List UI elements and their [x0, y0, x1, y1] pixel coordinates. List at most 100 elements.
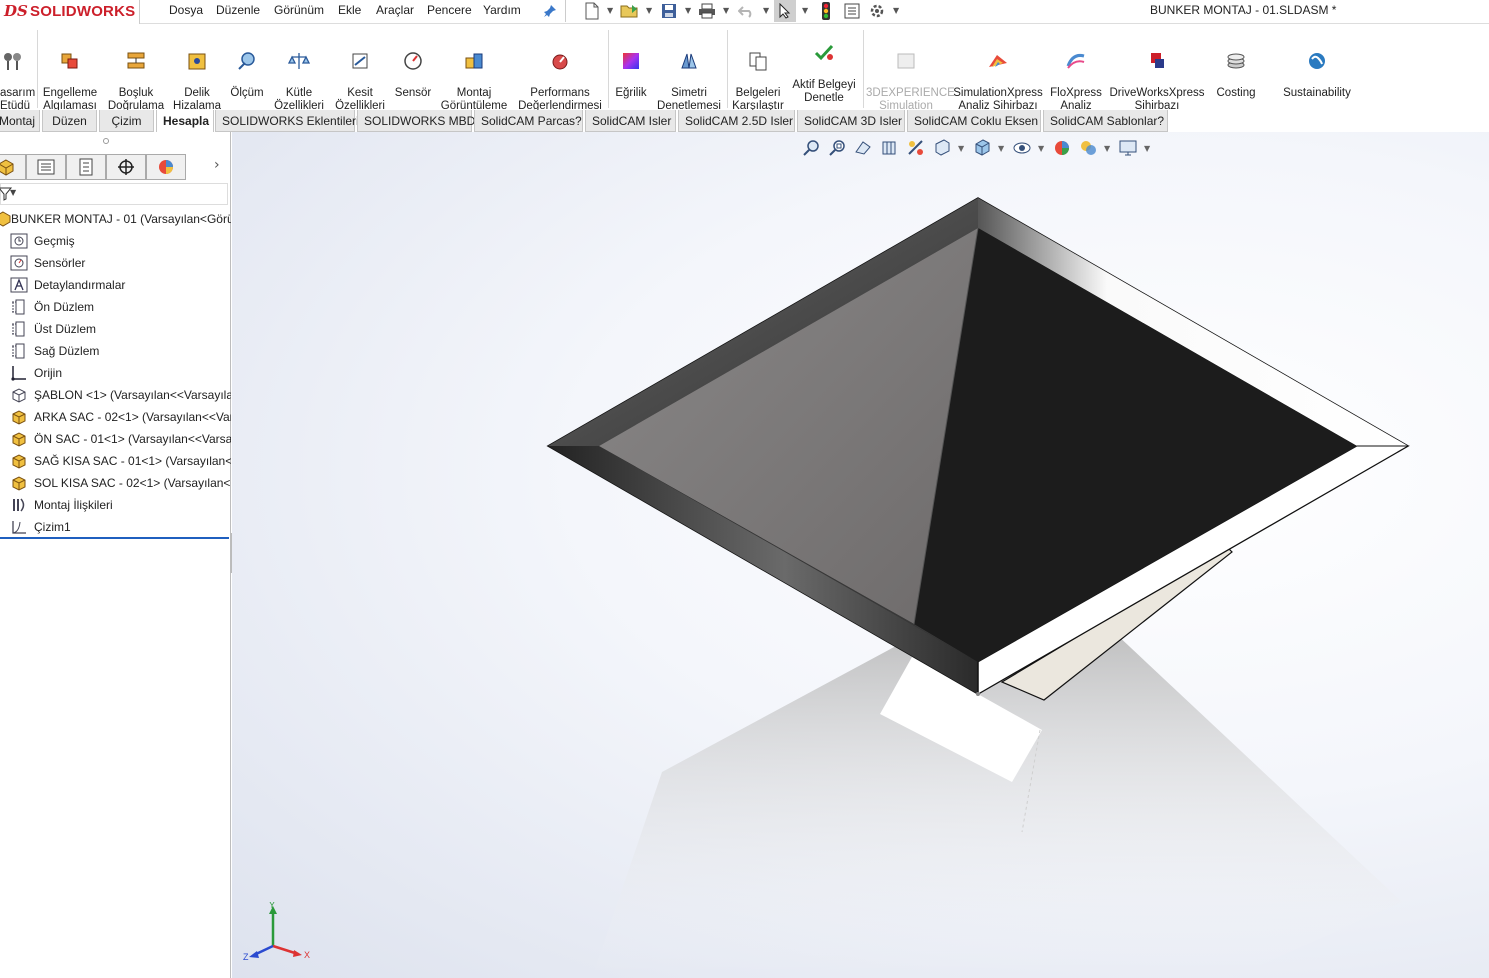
tab-solidcam-3d-isler[interactable]: SolidCAM 3D Isler [797, 110, 905, 132]
menu-gorunum[interactable]: Görünüm [274, 3, 324, 17]
chevron-down-icon[interactable]: ▼ [1144, 144, 1150, 153]
tree-item-top-plane[interactable]: Üst Düzlem [0, 318, 231, 340]
tree-item-component[interactable]: SOL KISA SAC - 02<1> (Varsayılan<<' [0, 472, 231, 494]
hide-show-items-icon[interactable] [1012, 138, 1032, 158]
graphics-area[interactable]: ▼ ▼ ▼ ▼ ▼ Y X Z [232, 132, 1489, 978]
sensor-button[interactable]: Sensör [392, 38, 434, 100]
tree-filter[interactable]: ▼ [0, 183, 228, 205]
chevron-down-icon[interactable]: ▼ [607, 6, 613, 15]
tree-item-component[interactable]: ŞABLON <1> (Varsayılan<<Varsayılan [0, 384, 231, 406]
undo-icon[interactable] [736, 1, 756, 21]
sustainability-button[interactable]: Sustainability [1276, 38, 1358, 100]
new-document-icon[interactable] [582, 1, 602, 21]
chevron-down-icon[interactable]: ▼ [763, 6, 769, 15]
zoom-to-area-icon[interactable] [828, 138, 848, 158]
tree-item-sketch[interactable]: Çizim1 [0, 516, 231, 538]
tree-item-right-plane[interactable]: Sağ Düzlem [0, 340, 231, 362]
menu-yardim[interactable]: Yardım [483, 3, 521, 17]
compare-documents-button[interactable]: Belgeleri Karşılaştır [730, 38, 786, 113]
measure-button[interactable]: Ölçüm [227, 38, 267, 100]
tree-item-front-plane[interactable]: Ön Düzlem [0, 296, 231, 318]
simulationxpress-icon [989, 55, 1007, 67]
tree-item-origin[interactable]: Orijin [0, 362, 231, 384]
mass-properties-button[interactable]: Kütle Özellikleri [270, 38, 328, 113]
chevron-down-icon[interactable]: ▼ [646, 6, 652, 15]
feature-manager-tab[interactable] [0, 154, 26, 180]
select-cursor-icon[interactable] [774, 0, 796, 22]
symmetry-check-icon [681, 53, 697, 69]
performance-evaluation-button[interactable]: Performans Değerlendirmesi [514, 38, 606, 113]
tree-item-component[interactable]: SAĞ KISA SAC - 01<1> (Varsayılan<< [0, 450, 231, 472]
chevron-down-icon[interactable]: ▼ [998, 144, 1004, 153]
zoom-to-fit-icon[interactable] [802, 138, 822, 158]
chevron-down-icon[interactable]: ▼ [958, 144, 964, 153]
tab-solidcam-25d-isler[interactable]: SolidCAM 2.5D Isler [678, 110, 795, 132]
tree-item-sensors[interactable]: Sensörler [0, 252, 231, 274]
rebuild-traffic-light-icon[interactable] [816, 1, 836, 21]
view-settings-monitor-icon[interactable] [1118, 138, 1138, 158]
tab-solidworks-eklentileri[interactable]: SOLIDWORKS Eklentileri [215, 110, 359, 132]
edit-appearance-icon[interactable] [1052, 138, 1072, 158]
save-icon[interactable] [659, 1, 679, 21]
gear-icon[interactable] [867, 1, 887, 21]
costing-button[interactable]: Costing [1212, 38, 1260, 100]
tab-solidcam-parcas[interactable]: SolidCAM Parcas? [474, 110, 583, 132]
apply-scene-icon[interactable] [1078, 138, 1098, 158]
menu-dosya[interactable]: Dosya [169, 3, 203, 17]
tree-item-component[interactable]: ARKA SAC - 02<1> (Varsayılan<<Vars [0, 406, 231, 428]
pin-icon[interactable] [540, 1, 560, 21]
file-properties-icon[interactable] [842, 1, 862, 21]
view-orientation-icon[interactable] [932, 138, 952, 158]
tab-solidcam-sablonlar[interactable]: SolidCAM Sablonlar? [1043, 110, 1168, 132]
section-properties-button[interactable]: Kesit Özellikleri [331, 38, 389, 113]
configuration-manager-tab[interactable] [66, 154, 106, 180]
chevron-right-icon[interactable]: › [214, 157, 220, 173]
display-manager-tab[interactable] [146, 154, 186, 180]
dimxpert-manager-tab[interactable] [106, 154, 146, 180]
simulationxpress-button[interactable]: SimulationXpress Analiz Sihirbazı [950, 38, 1046, 113]
interference-detection-button[interactable]: Engelleme Algılaması [40, 38, 100, 113]
tree-item-history[interactable]: Geçmiş [0, 230, 231, 252]
chevron-down-icon[interactable]: ▼ [1038, 144, 1044, 153]
tree-root-assembly[interactable]: BUNKER MONTAJ - 01 (Varsayılan<Görün [0, 208, 231, 230]
tree-item-mates[interactable]: Montaj İlişkileri [0, 494, 231, 516]
chevron-down-icon[interactable]: ▼ [10, 188, 16, 197]
property-manager-tab[interactable] [26, 154, 66, 180]
ribbon-label: Aktif Belgeyi Denetle [792, 79, 856, 104]
menu-ekle[interactable]: Ekle [338, 3, 361, 17]
symmetry-check-button[interactable]: Simetri Denetlemesi [654, 38, 724, 113]
curvature-button[interactable]: Eğrilik [611, 38, 651, 100]
driveworksxpress-button[interactable]: DriveWorksXpress Sihirbazı [1108, 38, 1206, 113]
dynamic-annotation-icon[interactable] [906, 138, 926, 158]
tab-cizim[interactable]: Çizim [99, 110, 154, 132]
chevron-down-icon[interactable]: ▼ [723, 6, 729, 15]
chevron-down-icon[interactable]: ▼ [685, 6, 691, 15]
tree-item-component[interactable]: ÖN SAC - 01<1> (Varsayılan<<Varsay [0, 428, 231, 450]
open-folder-icon[interactable] [620, 1, 640, 21]
chevron-down-icon[interactable]: ▼ [802, 6, 808, 15]
solidworks-logo[interactable]: DS SOLIDWORKS [0, 0, 140, 24]
chevron-down-icon[interactable]: ▼ [1104, 144, 1110, 153]
section-view-icon[interactable] [880, 138, 900, 158]
rollback-bar[interactable] [0, 537, 229, 539]
tab-solidcam-coklu-eksen[interactable]: SolidCAM Coklu Eksen [907, 110, 1041, 132]
tab-hesapla[interactable]: Hesapla [156, 110, 214, 132]
model-view[interactable] [232, 132, 1489, 978]
hole-alignment-button[interactable]: Delik Hizalama [170, 38, 224, 113]
display-style-icon[interactable] [972, 138, 992, 158]
assembly-visualization-button[interactable]: Montaj Görüntüleme [438, 38, 510, 113]
panel-splitter-handle[interactable] [103, 138, 109, 144]
previous-view-icon[interactable] [854, 138, 874, 158]
menu-pencere[interactable]: Pencere [427, 3, 472, 17]
tab-duzen[interactable]: Düzen [42, 110, 97, 132]
tab-solidcam-isler[interactable]: SolidCAM Isler [585, 110, 676, 132]
tab-montaj[interactable]: Montaj [0, 110, 40, 132]
menu-araclar[interactable]: Araçlar [376, 3, 414, 17]
clearance-verification-button[interactable]: Boşluk Doğrulama [105, 38, 167, 113]
tab-solidworks-mbd[interactable]: SOLIDWORKS MBD [357, 110, 475, 132]
tree-item-annotations[interactable]: Detaylandırmalar [0, 274, 231, 296]
print-icon[interactable] [697, 1, 717, 21]
menu-duzenle[interactable]: Düzenle [216, 3, 260, 17]
tree-item-label: ÖN SAC - 01<1> (Varsayılan<<Varsay [34, 432, 231, 446]
chevron-down-icon[interactable]: ▼ [893, 6, 899, 15]
